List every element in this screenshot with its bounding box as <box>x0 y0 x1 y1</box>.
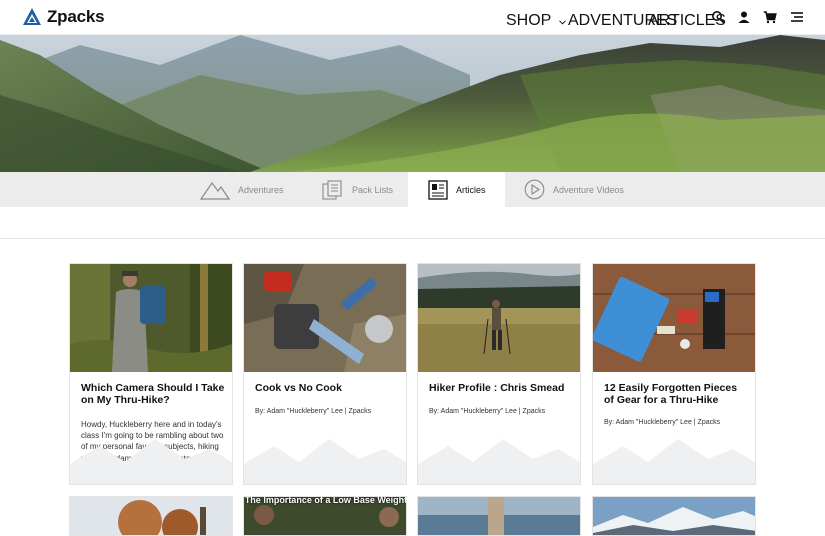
nav-shop[interactable]: SHOP <box>506 12 566 30</box>
tab-pack-lists[interactable]: Pack Lists <box>322 172 408 207</box>
article-title[interactable]: Cook vs No Cook <box>255 382 400 395</box>
play-icon <box>524 179 545 200</box>
search-icon[interactable] <box>711 10 725 24</box>
mountain-icon <box>200 181 230 200</box>
tab-articles[interactable]: Articles <box>408 172 505 207</box>
article-image-gear-layout <box>593 264 755 372</box>
article-image-autumn-trees <box>70 497 232 535</box>
article-title[interactable]: 12 Easily Forgotten Pieces of Gear for a… <box>604 382 749 406</box>
article-title[interactable]: Hiker Profile : Chris Smead <box>429 382 574 395</box>
article-card[interactable]: Which Camera Should I Take on My Thru-Hi… <box>69 263 233 485</box>
article-image-snowy-peaks <box>593 497 755 535</box>
list-icon <box>322 179 342 200</box>
mountain-watermark-image <box>593 439 755 484</box>
article-title[interactable]: Which Camera Should I Take on My Thru-Hi… <box>81 382 226 406</box>
tab-adventure-videos[interactable]: Adventure Videos <box>524 172 634 207</box>
nav-shop-label: SHOP <box>506 12 552 29</box>
mountain-watermark-image <box>70 439 232 484</box>
article-card[interactable]: Hiker Profile : Chris Smead By: Adam "Hu… <box>417 263 581 485</box>
tab-pack-lists-label: Pack Lists <box>352 184 394 195</box>
article-byline: By: Adam "Huckleberry" Lee | Zpacks <box>255 408 372 415</box>
article-card[interactable]: 12 Easily Forgotten Pieces of Gear for a… <box>592 263 756 485</box>
article-card[interactable]: The Importance of a Low Base Weight <box>243 496 407 536</box>
brand-logo[interactable]: Zpacks <box>22 7 105 27</box>
article-image-lake <box>418 497 580 535</box>
section-divider <box>0 238 825 239</box>
account-icon[interactable] <box>737 10 751 24</box>
article-image-hiker-meadow <box>418 264 580 372</box>
article-card[interactable] <box>417 496 581 536</box>
zpacks-logo-icon <box>23 8 41 25</box>
hero-banner <box>0 35 825 172</box>
content-tabs: Adventures Pack Lists Articles Adventure… <box>0 172 825 207</box>
tab-adventures-label: Adventures <box>238 184 284 195</box>
chevron-down-icon <box>558 20 566 25</box>
tab-articles-label: Articles <box>456 184 486 195</box>
cart-icon[interactable] <box>763 10 777 24</box>
mountain-watermark-image <box>418 439 580 484</box>
mountain-watermark-image <box>244 439 406 484</box>
site-header: Zpacks SHOP ADVENTURES ARTICLES <box>0 0 825 35</box>
article-image-cooking-gear <box>244 264 406 372</box>
article-image-overlay-text: The Importance of a Low Base Weight <box>244 496 407 505</box>
menu-icon[interactable] <box>790 10 804 24</box>
article-byline: By: Adam "Huckleberry" Lee | Zpacks <box>604 419 721 426</box>
tab-adventures[interactable]: Adventures <box>200 172 300 207</box>
newspaper-icon <box>428 179 448 200</box>
article-card[interactable]: Cook vs No Cook By: Adam "Huckleberry" L… <box>243 263 407 485</box>
brand-name: Zpacks <box>47 7 105 26</box>
article-card[interactable] <box>592 496 756 536</box>
tab-adventure-videos-label: Adventure Videos <box>553 184 624 195</box>
article-byline: By: Adam "Huckleberry" Lee | Zpacks <box>429 408 546 415</box>
mountain-landscape-image <box>0 35 825 172</box>
article-card[interactable] <box>69 496 233 536</box>
article-image-hiker-forest <box>70 264 232 372</box>
